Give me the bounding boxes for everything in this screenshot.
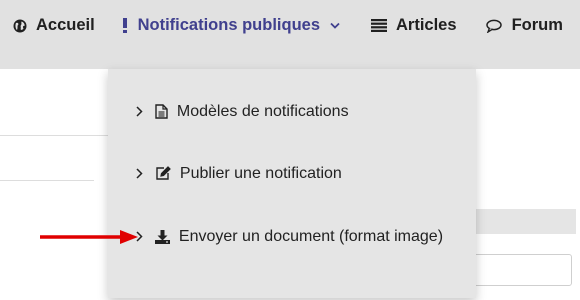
edit-icon <box>155 166 172 181</box>
divider <box>0 180 94 181</box>
comment-icon <box>486 19 502 33</box>
top-navigation: Accueil Notifications publiques Articles <box>0 0 580 69</box>
menu-item-label: Modèles de notifications <box>176 103 349 120</box>
menu-item-envoyer-document[interactable]: Envoyer un document (format image) <box>136 225 443 249</box>
nav-item-articles[interactable]: Articles <box>371 14 457 36</box>
nav-item-accueil[interactable]: Accueil <box>13 14 95 36</box>
chevron-right-icon <box>136 168 143 179</box>
document-icon <box>155 104 169 119</box>
exclamation-icon <box>122 18 128 34</box>
menu-item-modeles-notifications[interactable]: Modèles de notifications <box>136 100 349 124</box>
text-input[interactable] <box>470 254 572 286</box>
list-icon <box>371 19 387 33</box>
menu-item-publier-notification[interactable]: Publier une notification <box>136 162 342 186</box>
menu-item-label: Envoyer un document (format image) <box>178 228 444 245</box>
panel-header <box>470 209 576 234</box>
red-arrow-annotation <box>40 230 138 244</box>
chevron-right-icon <box>136 106 143 117</box>
menu-item-label: Publier une notification <box>179 165 342 182</box>
nav-item-label: Notifications publiques <box>137 16 321 34</box>
nav-item-label: Accueil <box>35 16 95 34</box>
download-icon <box>155 229 171 244</box>
chevron-down-icon <box>329 22 340 29</box>
nav-item-forum[interactable]: Forum <box>486 14 563 36</box>
globe-icon <box>13 19 27 33</box>
notifications-dropdown-menu: Modèles de notifications Publier une not… <box>108 69 476 298</box>
nav-item-label: Articles <box>395 16 457 34</box>
nav-item-label: Forum <box>511 16 563 34</box>
divider <box>0 135 108 136</box>
nav-item-notifications-publiques[interactable]: Notifications publiques <box>122 14 340 36</box>
